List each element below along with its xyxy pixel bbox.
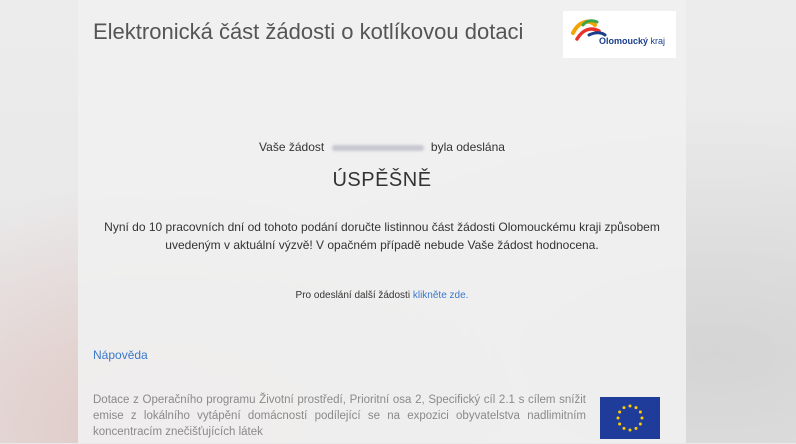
submission-sent-line: Vaše žádost byla odeslána <box>78 140 686 154</box>
help-link[interactable]: Nápověda <box>93 348 148 362</box>
success-status: ÚSPĚŠNĚ <box>332 169 432 191</box>
another-application-link[interactable]: klikněte zde. <box>413 290 469 301</box>
another-application-line: Pro odeslání další žádosti klikněte zde. <box>78 290 686 301</box>
program-info-text: Dotace z Operačního programu Životní pro… <box>93 394 586 438</box>
logo-name: Olomoucký <box>599 36 649 46</box>
another-prefix: Pro odeslání další žádosti <box>295 290 411 301</box>
eu-stars-icon <box>616 404 644 432</box>
logo-suffix: kraj <box>650 36 666 46</box>
logo-text: Olomoucký kraj <box>599 36 665 46</box>
page-title: Elektronická část žádosti o kotlíkovou d… <box>93 19 524 44</box>
sent-prefix: Vaše žádost <box>259 140 325 154</box>
redacted-application-number <box>331 144 424 151</box>
instructions-message: Nyní do 10 pracovních dní od tohoto podá… <box>104 220 660 252</box>
olomoucky-kraj-logo: Olomoucký kraj <box>563 11 676 58</box>
sent-suffix: byla odeslána <box>430 140 505 154</box>
eu-flag-icon <box>600 397 660 439</box>
